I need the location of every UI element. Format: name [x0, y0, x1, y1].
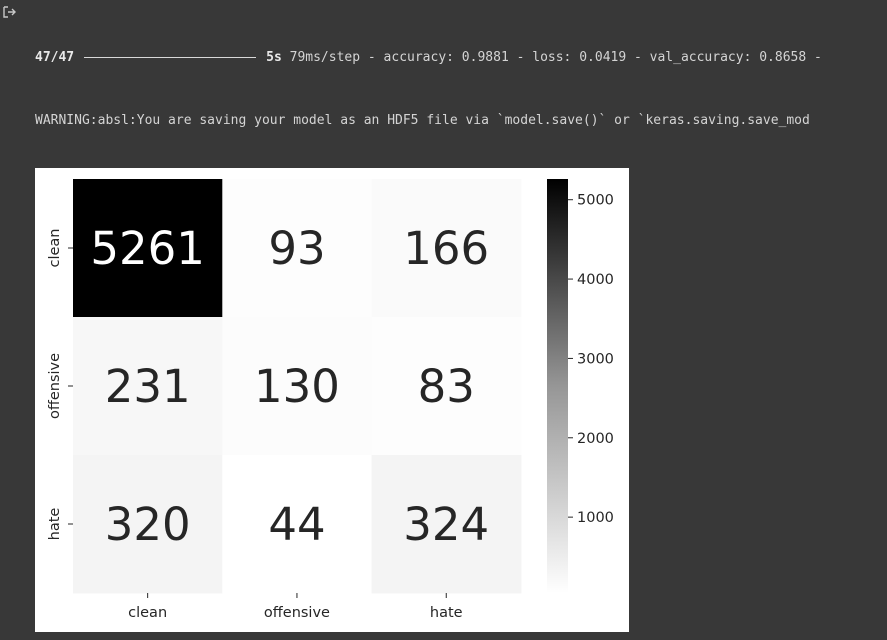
- colorbar-tick-label: 2000: [577, 431, 614, 447]
- training-progress-line: 47/47 5s 79ms/step - accuracy: 0.9881 - …: [35, 47, 887, 68]
- x-tick-label: hate: [430, 605, 463, 621]
- cell-value-label: 44: [268, 498, 325, 551]
- x-tick-label: clean: [128, 605, 167, 621]
- heatmap-chart: 5261 93 166 231 130 83 320 44 324 clean offensive…: [47, 179, 614, 621]
- output-expand-icon[interactable]: [2, 4, 18, 20]
- epoch-time: 5s: [266, 49, 282, 65]
- cell-value-label: 320: [105, 498, 191, 551]
- colorbar-tick-label: 3000: [577, 351, 614, 367]
- cell-value-label: 231: [105, 360, 191, 413]
- colorbar-tick-label: 4000: [577, 272, 614, 288]
- confusion-matrix-plot: 5261 93 166 231 130 83 320 44 324 clean offensive…: [35, 168, 629, 632]
- cell-value-label: 166: [403, 222, 489, 275]
- x-tick-label: offensive: [264, 605, 330, 621]
- cell-value-label: 93: [268, 222, 325, 275]
- y-tick-label: hate: [47, 508, 63, 541]
- cell-value-label: 130: [254, 360, 340, 413]
- colorbar-tick-label: 1000: [577, 510, 614, 526]
- colorbar: [547, 179, 568, 593]
- cell-value-label: 5261: [90, 222, 205, 275]
- cell-value-label: 83: [418, 360, 475, 413]
- warning-line: WARNING:absl:You are saving your model a…: [35, 113, 810, 129]
- training-metrics: 79ms/step - accuracy: 0.9881 - loss: 0.0…: [281, 49, 830, 65]
- colorbar-tick-label: 5000: [577, 193, 614, 209]
- y-tick-label: offensive: [47, 353, 63, 419]
- cell-value-label: 324: [403, 498, 489, 551]
- progress-bar: [84, 56, 257, 58]
- step-count: 47/47: [35, 49, 75, 65]
- y-tick-label: clean: [47, 229, 63, 268]
